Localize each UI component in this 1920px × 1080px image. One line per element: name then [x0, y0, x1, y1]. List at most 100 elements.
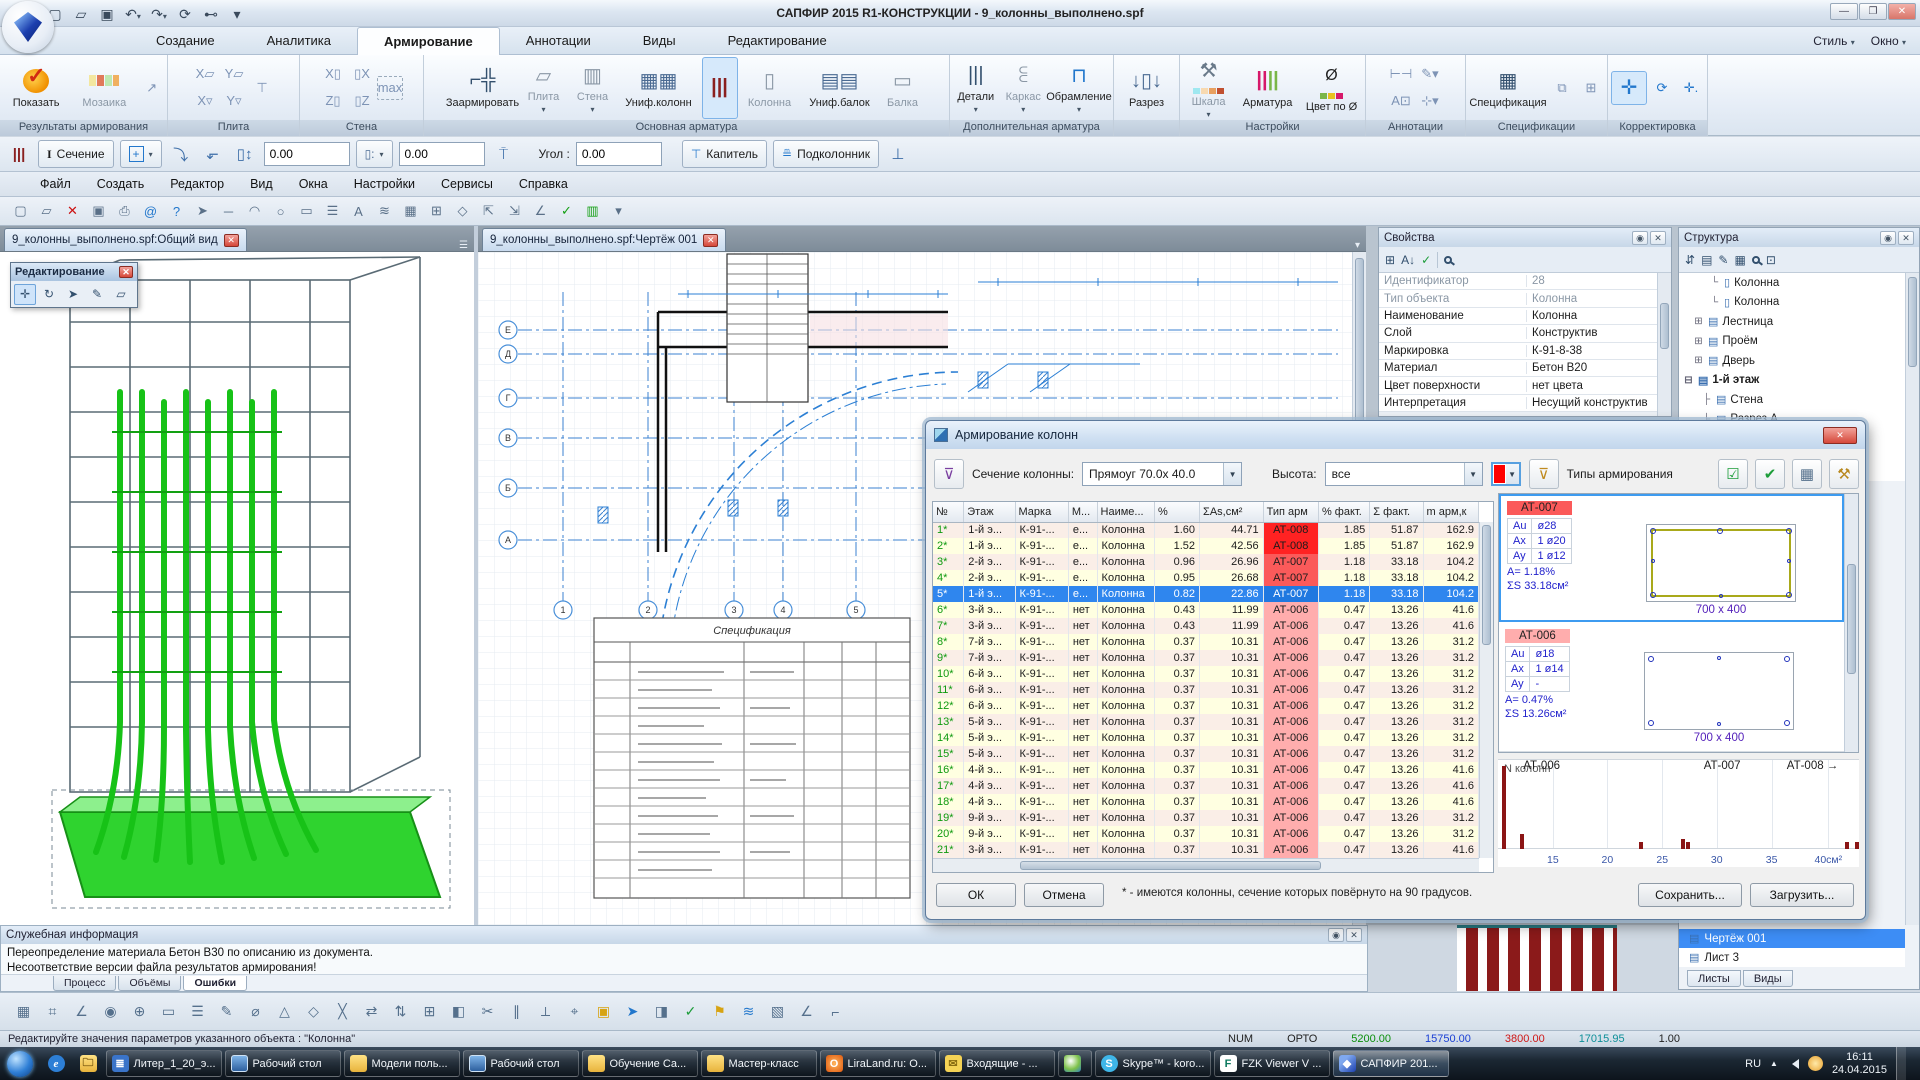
table-hscrollbar[interactable] [933, 858, 1479, 872]
tool-icon[interactable]: ▾ [606, 200, 631, 223]
arrow-tool-icon[interactable]: ↗ [139, 76, 164, 100]
tool-icon[interactable]: ∠ [68, 999, 95, 1024]
table-row[interactable]: 16* 4-й э... К-91-... нет Колонна 0.37 1… [933, 762, 1479, 778]
tool-icon[interactable]: ▥ [580, 200, 605, 223]
tool-icon[interactable]: ▣ [590, 999, 617, 1024]
edit-type-icon[interactable]: ▦ [1792, 459, 1822, 489]
tree-item[interactable]: └ ▯ Колонна [1679, 293, 1919, 313]
table-row[interactable]: 17* 4-й э... К-91-... нет Колонна 0.37 1… [933, 778, 1479, 794]
tree-search-icon[interactable] [1752, 256, 1760, 264]
service-tab[interactable]: Процесс [53, 976, 116, 991]
table-row[interactable]: 18* 4-й э... К-91-... нет Колонна 0.37 1… [933, 794, 1479, 810]
color-swatch-select[interactable]: ▼ [1491, 462, 1521, 486]
close-view-icon[interactable]: ✕ [224, 234, 239, 247]
plate-x-top-icon[interactable]: X▱ [192, 62, 218, 86]
table-row[interactable]: 1* 1-й э... К-91-... е... Колонна 1.60 4… [933, 522, 1479, 538]
table-vscrollbar[interactable] [1479, 522, 1493, 858]
dimension-curve-icon[interactable]: ✎▾ [1417, 62, 1443, 86]
offset-mode-dropdown[interactable]: ▯:▾ [356, 140, 393, 168]
rebar-section-icon[interactable]: ||| [6, 141, 32, 167]
pin-structure-icon[interactable]: ◉ [1880, 231, 1896, 245]
menu-item[interactable]: Справка [507, 177, 580, 191]
rotate-correction-icon[interactable]: ⟳ [1649, 76, 1675, 100]
view-splitter[interactable] [474, 226, 478, 925]
structure-tab[interactable]: Виды [1743, 970, 1793, 987]
clock[interactable]: 16:11 24.04.2015 [1832, 1051, 1887, 1077]
tool-icon[interactable]: ▧ [764, 999, 791, 1024]
tool-icon[interactable]: ⟂ [532, 999, 559, 1024]
taskbar-app[interactable]: S Skype™ - koro... [1095, 1050, 1211, 1077]
start-button[interactable] [0, 1049, 40, 1079]
tool-icon[interactable]: ▦ [10, 999, 37, 1024]
table-row[interactable]: 12* 6-й э... К-91-... нет Колонна 0.37 1… [933, 698, 1479, 714]
table-row[interactable]: 11* 6-й э... К-91-... нет Колонна 0.37 1… [933, 682, 1479, 698]
tool-icon[interactable]: ⇄ [358, 999, 385, 1024]
move-node-button[interactable]: ✛ [1611, 71, 1647, 105]
dimension-linear-icon[interactable]: ⊢⊣ [1388, 62, 1414, 86]
wall-z-icon[interactable]: Z▯ [320, 89, 346, 113]
offset-x-input[interactable] [399, 142, 485, 166]
tool-icon[interactable]: ○ [268, 200, 293, 223]
table-row[interactable]: 13* 5-й э... К-91-... нет Колонна 0.37 1… [933, 714, 1479, 730]
ribbon-tab[interactable]: Армирование [357, 27, 500, 55]
taskbar-app[interactable]: ✉ Входящие - ... [939, 1050, 1055, 1077]
beam-button[interactable]: ▭ Балка [880, 57, 926, 119]
tool-icon[interactable]: ∥ [503, 999, 530, 1024]
tool-icon[interactable]: ✎ [213, 999, 240, 1024]
unified-beams-button[interactable]: ▤▤ Униф.балок [802, 57, 878, 119]
framing-button[interactable]: ⊓ Обрамление▾ [1048, 57, 1110, 119]
tree-edit-icon[interactable]: ✎ [1718, 253, 1728, 267]
service-pin-icon[interactable]: ◉ [1328, 928, 1344, 942]
tool-icon[interactable]: ▭ [294, 200, 319, 223]
tool-icon[interactable]: ☰ [320, 200, 345, 223]
tool-icon[interactable]: ▢ [8, 200, 33, 223]
ribbon-tab[interactable]: Аннотации [500, 27, 617, 55]
tool-icon[interactable]: ✓ [677, 999, 704, 1024]
tool-icon[interactable]: ─ [216, 200, 241, 223]
search-icon[interactable] [1444, 256, 1452, 264]
section-cut-button[interactable]: ↓▯↓ Разрез [1118, 57, 1176, 119]
menu-item[interactable]: Вид [238, 177, 285, 191]
categorized-icon[interactable]: ⊞ [1385, 253, 1395, 267]
taskbar-app[interactable]: Обучение Са... [582, 1050, 698, 1077]
tree-item[interactable]: ⊞ ▤ Лестница [1679, 312, 1919, 332]
tool-icon[interactable]: ⊞ [416, 999, 443, 1024]
tray-expand-icon[interactable]: ▲ [1770, 1059, 1778, 1068]
taskbar-app[interactable]: Рабочий стол [225, 1050, 341, 1077]
color-by-diameter-button[interactable]: Ø Цвет по Ø [1301, 57, 1362, 119]
table-row[interactable]: 15* 5-й э... К-91-... нет Колонна 0.37 1… [933, 746, 1479, 762]
tool-icon[interactable]: ⌖ [561, 999, 588, 1024]
view3d-canvas[interactable] [0, 252, 474, 925]
section-shape-dropdown[interactable]: +▾ [120, 140, 162, 168]
taskbar-app[interactable]: Модели поль... [344, 1050, 460, 1077]
tool-icon[interactable]: ◨ [648, 999, 675, 1024]
property-row[interactable]: Маркировка К-91-8-38 [1379, 343, 1671, 360]
drawing-tabbar-menu[interactable]: ▾ [1355, 240, 1360, 251]
sheet-layout-icon[interactable]: ⧉ [1549, 76, 1575, 100]
capital-button[interactable]: ⊤Капитель [682, 140, 767, 168]
types-scrollbar[interactable] [1844, 494, 1858, 752]
ribbon-tab[interactable]: Редактирование [702, 27, 853, 55]
check-table-icon[interactable]: ☑ [1718, 459, 1748, 489]
column-button[interactable]: ▯ Колонна [740, 57, 800, 119]
menu-item[interactable]: Сервисы [429, 177, 505, 191]
show-results-button[interactable]: ✓ Показать [3, 57, 69, 119]
apply-type-icon[interactable]: ✔ [1755, 459, 1785, 489]
unified-columns-button[interactable]: ▦▦ Униф.колонн [618, 57, 700, 119]
property-row[interactable]: Наименование Колонна [1379, 308, 1671, 325]
property-row[interactable]: Слой Конструктив [1379, 325, 1671, 342]
table-row[interactable]: 4* 2-й э... К-91-... е... Колонна 0.95 2… [933, 570, 1479, 586]
angle-input[interactable] [576, 142, 662, 166]
ribbon-tab[interactable]: Виды [617, 27, 702, 55]
table-row[interactable]: 21* 3-й э... К-91-... нет Колонна 0.37 1… [933, 842, 1479, 858]
tool-icon[interactable]: ? [164, 200, 189, 223]
flip-vertical-icon[interactable]: ⤵ [168, 141, 194, 167]
property-row[interactable]: Идентификатор 28 [1379, 273, 1671, 290]
language-indicator[interactable]: RU [1745, 1058, 1761, 1070]
rebar-display-button[interactable]: |||| Арматура [1236, 57, 1299, 119]
table-row[interactable]: 7* 3-й э... К-91-... нет Колонна 0.43 11… [933, 618, 1479, 634]
tool-icon[interactable]: ▭ [155, 999, 182, 1024]
view3d-tabbar-menu[interactable]: ☰ [459, 240, 468, 251]
tool-icon[interactable]: ∠ [793, 999, 820, 1024]
load-button[interactable]: Загрузить... [1750, 883, 1854, 907]
